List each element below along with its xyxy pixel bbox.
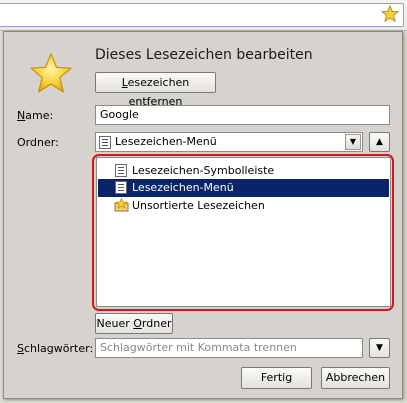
name-input[interactable]: Google bbox=[95, 105, 390, 125]
remove-bookmark-button[interactable]: Lesezeichen entfernen bbox=[95, 72, 216, 108]
star-icon bbox=[30, 53, 72, 93]
browser-toolbar bbox=[0, 0, 407, 31]
bookmark-star-icon[interactable] bbox=[381, 5, 399, 23]
tags-placeholder: Schlagwörter mit Kommata trennen bbox=[100, 341, 297, 354]
new-folder-button[interactable]: Neuer Ordner bbox=[95, 313, 173, 334]
tree-item-unsorted[interactable]: Unsortierte Lesezeichen bbox=[98, 197, 389, 215]
name-label: Name: bbox=[17, 109, 54, 122]
tags-dropdown-button[interactable]: ▼ bbox=[369, 338, 390, 358]
tags-label: Schlagwörter: bbox=[17, 342, 94, 355]
dialog-title: Dieses Lesezeichen bearbeiten bbox=[95, 47, 313, 63]
folder-label: Ordner: bbox=[17, 136, 59, 149]
chevron-down-icon: ▼ bbox=[376, 343, 383, 353]
collapse-tree-button[interactable]: ▲ bbox=[369, 132, 390, 152]
cancel-button[interactable]: Abbrechen bbox=[321, 367, 390, 389]
unsorted-bookmarks-icon bbox=[114, 198, 129, 212]
tree-item-menu[interactable]: Lesezeichen-Menü bbox=[98, 179, 389, 197]
toolbar-folder-icon bbox=[115, 164, 127, 177]
tags-input[interactable]: Schlagwörter mit Kommata trennen bbox=[95, 338, 363, 358]
url-bar[interactable] bbox=[0, 3, 404, 27]
folder-tree[interactable]: Lesezeichen-Symbolleiste Lesezeichen-Men… bbox=[96, 157, 391, 307]
chevron-down-icon[interactable]: ▼ bbox=[345, 134, 361, 150]
folder-select[interactable]: Lesezeichen-Menü ▼ bbox=[95, 132, 363, 152]
menu-folder-icon bbox=[115, 181, 127, 194]
menu-folder-icon bbox=[99, 136, 111, 149]
done-button[interactable]: Fertig bbox=[241, 367, 312, 389]
tree-item-toolbar[interactable]: Lesezeichen-Symbolleiste bbox=[98, 162, 389, 180]
